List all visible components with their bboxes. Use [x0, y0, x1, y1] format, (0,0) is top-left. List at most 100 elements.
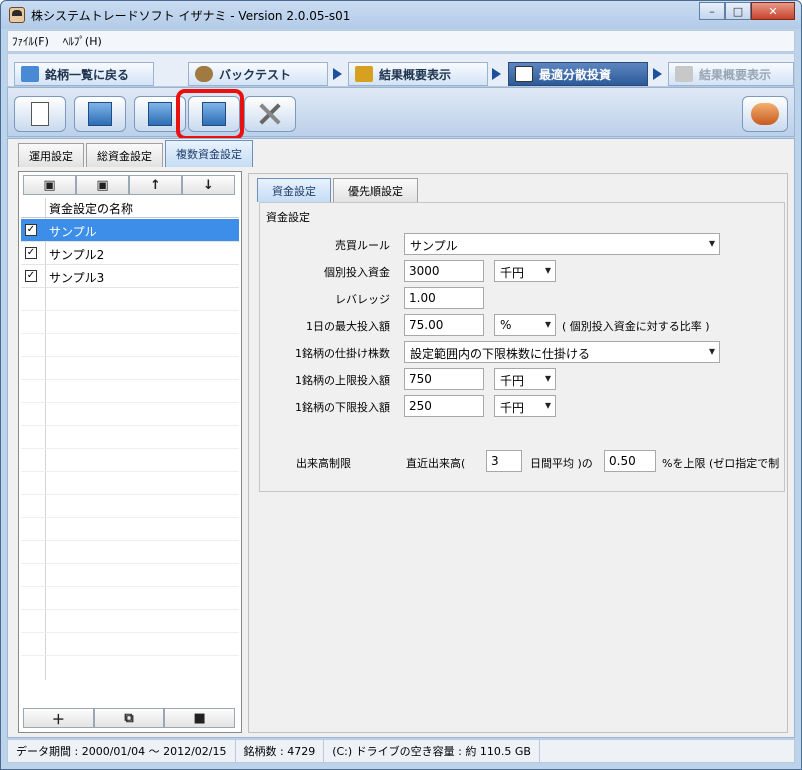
- save-button[interactable]: ▣: [23, 175, 76, 195]
- list-item-label: サンプル3: [49, 271, 105, 285]
- copy-button[interactable]: ⧉: [93, 708, 165, 728]
- checkbox[interactable]: ✓: [25, 270, 37, 282]
- empty-row: [21, 518, 239, 541]
- upper-limit-input[interactable]: 750: [404, 368, 484, 390]
- max-daily-unit-select[interactable]: %: [494, 314, 556, 336]
- volume-suffix: %を上限 (ゼロ指定で制: [662, 457, 780, 470]
- new-button[interactable]: [14, 96, 66, 132]
- tab-total-funds[interactable]: 総資金設定: [86, 143, 163, 167]
- edit-yen-button[interactable]: [74, 96, 126, 132]
- shares-value: 設定範囲内の下限株数に仕掛ける: [410, 347, 591, 361]
- empty-row: [21, 380, 239, 403]
- toolbar: [7, 87, 795, 137]
- shares-label: 1銘柄の仕掛け株数: [295, 347, 390, 360]
- volume-prefix: 直近出来高(: [406, 457, 466, 470]
- tab-fund-settings[interactable]: 資金設定: [257, 178, 331, 202]
- checkbox[interactable]: ✓: [25, 224, 37, 236]
- minimize-icon[interactable]: –: [699, 2, 725, 20]
- nav-tab-optimize[interactable]: 最適分散投資: [508, 62, 648, 86]
- tools-icon: [257, 101, 283, 127]
- lower-unit-select[interactable]: 千円: [494, 395, 556, 417]
- menu-file[interactable]: ﾌｧｲﾙ(F): [12, 33, 49, 49]
- individual-funds-input[interactable]: 3000: [404, 260, 484, 282]
- upper-unit-select[interactable]: 千円: [494, 368, 556, 390]
- upper-unit-value: 千円: [500, 374, 525, 388]
- list-header-label: 資金設定の名称: [49, 202, 134, 216]
- nav-tab-results[interactable]: 結果概要表示: [348, 62, 488, 86]
- backtest-label: バックテスト: [219, 67, 292, 82]
- back-to-list-label: 銘柄一覧に戻る: [45, 67, 130, 82]
- list-header: 資金設定の名称: [21, 198, 239, 218]
- save-as-button[interactable]: ▣: [76, 175, 129, 195]
- menu-help[interactable]: ﾍﾙﾌﾟ(H): [63, 33, 102, 49]
- settings-panel: 資金設定 優先順設定 資金設定 売買ルール サンプル 個別投入資金 3000 千…: [248, 173, 788, 733]
- delete-button[interactable]: ■: [164, 708, 236, 728]
- nav-tab-results-disabled: 結果概要表示: [668, 62, 794, 86]
- trade-rule-select[interactable]: サンプル: [404, 233, 720, 255]
- list-item-label: サンプル2: [49, 248, 105, 262]
- tab-operation-settings[interactable]: 運用設定: [18, 143, 84, 167]
- tools-button[interactable]: [244, 96, 296, 132]
- table-icon: [515, 66, 533, 82]
- empty-row: [21, 587, 239, 610]
- drive-space: (C:) ドライブの空き容量 : 約 110.5 GB: [324, 740, 540, 762]
- individual-funds-label: 個別投入資金: [324, 266, 390, 279]
- leverage-input[interactable]: 1.00: [404, 287, 484, 309]
- fund-list: ✓ サンプル ✓ サンプル2 ✓ サンプル3: [21, 219, 239, 656]
- save-icon: ▣: [43, 177, 56, 193]
- backtest-icon: [195, 66, 213, 82]
- upper-limit-label: 1銘柄の上限投入額: [295, 374, 390, 387]
- max-daily-input[interactable]: 75.00: [404, 314, 484, 336]
- list-item[interactable]: ✓ サンプル3: [21, 265, 239, 288]
- checkbox[interactable]: ✓: [25, 247, 37, 259]
- shares-select[interactable]: 設定範囲内の下限株数に仕掛ける: [404, 341, 720, 363]
- list-item[interactable]: ✓ サンプル2: [21, 242, 239, 265]
- maximize-icon[interactable]: □: [725, 2, 751, 20]
- move-up-button[interactable]: ↑: [129, 175, 182, 195]
- list-bottom-toolbar: ＋ ⧉ ■: [23, 708, 236, 728]
- back-to-list-button[interactable]: 銘柄一覧に戻る: [14, 62, 154, 86]
- group-title: 資金設定: [266, 211, 310, 224]
- max-daily-note: ( 個別投入資金に対する比率 ): [562, 320, 710, 333]
- list-item[interactable]: ✓ サンプル: [21, 219, 239, 242]
- empty-row: [21, 288, 239, 311]
- move-down-button[interactable]: ↓: [182, 175, 235, 195]
- new-doc-icon: [31, 102, 49, 126]
- tab-priority-settings[interactable]: 優先順設定: [333, 178, 418, 202]
- volume-days-input[interactable]: 3: [486, 450, 522, 472]
- results-icon: [675, 66, 693, 82]
- menu-bar: ﾌｧｲﾙ(F) ﾍﾙﾌﾟ(H): [7, 30, 795, 52]
- back-icon: [21, 66, 39, 82]
- lower-limit-label: 1銘柄の下限投入額: [295, 401, 390, 414]
- add-icon: ＋: [51, 712, 65, 728]
- lower-limit-input[interactable]: 250: [404, 395, 484, 417]
- close-icon[interactable]: ✕: [751, 2, 795, 20]
- stock-count: 銘柄数 : 4729: [236, 740, 325, 762]
- main-content: 運用設定 総資金設定 複数資金設定 ▣ ▣ ↑ ↓ 資金設定の名称 ✓ サンプル: [7, 138, 795, 738]
- save-as-icon: ▣: [96, 177, 109, 193]
- empty-row: [21, 495, 239, 518]
- exit-button[interactable]: [742, 96, 788, 132]
- export-icon: [148, 102, 172, 126]
- results-label: 結果概要表示: [379, 67, 452, 82]
- optimize-label: 最適分散投資: [539, 67, 612, 82]
- empty-row: [21, 403, 239, 426]
- individual-unit-select[interactable]: 千円: [494, 260, 556, 282]
- window-title: 株システムトレードソフト イザナミ - Version 2.0.05-s01: [31, 9, 351, 23]
- empty-row: [21, 357, 239, 380]
- volume-ratio-input[interactable]: 0.50: [604, 450, 656, 472]
- arrow-icon: [653, 68, 662, 80]
- empty-row: [21, 472, 239, 495]
- settings-tabs: 運用設定 総資金設定 複数資金設定: [18, 140, 255, 167]
- nav-tab-backtest[interactable]: バックテスト: [188, 62, 328, 86]
- exit-icon: [751, 103, 779, 125]
- empty-row: [21, 541, 239, 564]
- copy-icon: ⧉: [124, 710, 134, 726]
- trash-icon: ■: [193, 710, 206, 726]
- results2-label: 結果概要表示: [699, 67, 772, 82]
- results-icon: [355, 66, 373, 82]
- add-button[interactable]: ＋: [23, 708, 94, 728]
- fund-list-panel: ▣ ▣ ↑ ↓ 資金設定の名称 ✓ サンプル ✓ サンプル2 ✓ サンプル3 ＋…: [18, 171, 242, 733]
- fund-settings-group: 資金設定 売買ルール サンプル 個別投入資金 3000 千円 レバレッジ 1.0…: [259, 202, 785, 492]
- tab-multi-funds[interactable]: 複数資金設定: [165, 140, 253, 167]
